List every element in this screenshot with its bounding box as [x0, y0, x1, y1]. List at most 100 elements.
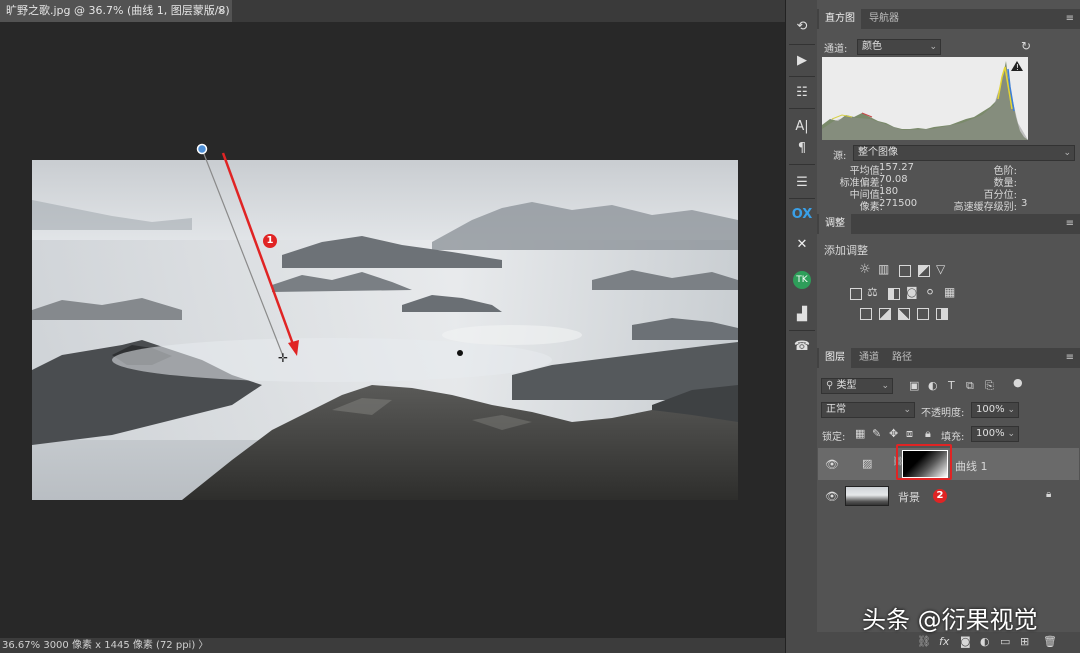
layers-footer: ⛓ fx ◙ ◐ ▭ ⊞ 🗑︎: [817, 632, 1080, 653]
stat-cache-label: 高速缓存级别:: [953, 202, 1017, 213]
stat-mean-value: 157.27: [879, 162, 914, 173]
tab-adjustments[interactable]: 调整: [819, 214, 851, 234]
stat-cache-value: 3: [1021, 198, 1028, 209]
channel-mixer-icon[interactable]: ⚪: [925, 285, 935, 299]
plugin-cross-icon[interactable]: ✕: [790, 234, 814, 256]
annotation-badge-1: 1: [263, 234, 277, 248]
document-info: 3000 像素 x 1445 像素 (72 ppi): [43, 640, 196, 651]
tab-navigator[interactable]: 导航器: [863, 9, 905, 29]
levels-icon[interactable]: ▥: [878, 262, 889, 276]
close-icon[interactable]: ×: [217, 0, 226, 22]
new-layer-icon[interactable]: ⊞: [1020, 635, 1029, 648]
curves-adjustment-icon: ▨: [862, 457, 873, 470]
vibrance-icon[interactable]: ▽: [936, 262, 945, 276]
adjust-sliders-icon[interactable]: ☰: [790, 172, 814, 194]
opacity-value: 100%: [976, 404, 1005, 415]
right-panels: 直方图 导航器 ≡ 通道: 颜色 ⌄ ↻ ! 源: 整个图像 ⌄ 平均值: 157.…: [817, 0, 1080, 653]
panel-menu-icon[interactable]: ≡: [1066, 9, 1074, 29]
opacity-input[interactable]: 100% ⌄: [971, 402, 1019, 418]
zoom-level[interactable]: 36.67%: [2, 640, 40, 651]
tab-layers[interactable]: 图层: [819, 348, 851, 368]
gradient-start-handle[interactable]: [196, 143, 208, 155]
invert-icon[interactable]: [860, 308, 872, 320]
curves-icon[interactable]: [899, 265, 911, 277]
layer-filter-value: 类型: [836, 380, 857, 391]
hue-saturation-icon[interactable]: [850, 288, 862, 300]
tab-histogram[interactable]: 直方图: [819, 9, 861, 29]
add-adjustment-label: 添加调整: [824, 244, 868, 257]
histogram-graph: !: [822, 57, 1028, 140]
document-tab-title: 旷野之歌.jpg @ 36.7% (曲线 1, 图层蒙版/8) *: [6, 4, 239, 17]
plugin-brush-icon[interactable]: ▟: [790, 304, 814, 326]
visibility-eye-icon[interactable]: 👁︎: [825, 490, 839, 503]
refresh-icon[interactable]: ↻: [1021, 39, 1031, 53]
new-adjustment-icon[interactable]: ◐: [980, 635, 990, 648]
brightness-icon[interactable]: ☼: [859, 262, 871, 277]
layer-row-background[interactable]: 👁︎ 背景 🔒︎: [818, 480, 1079, 512]
filter-smart-object-icon[interactable]: ⎘: [985, 379, 994, 393]
filter-pixel-icon[interactable]: ▣: [909, 379, 919, 392]
document-tab[interactable]: 旷野之歌.jpg @ 36.7% (曲线 1, 图层蒙版/8) * ×: [0, 0, 239, 22]
exposure-icon[interactable]: [918, 265, 930, 277]
layer-filter-select[interactable]: ⚲ 类型 ⌄: [821, 378, 893, 394]
color-lookup-icon[interactable]: ▦: [944, 285, 955, 299]
gradient-overlay: ✛: [196, 143, 299, 365]
link-layers-icon[interactable]: ⛓: [917, 635, 931, 648]
search-icon: ⚲: [826, 380, 834, 391]
plugin-tk-icon[interactable]: TK: [790, 268, 814, 290]
lock-artboard-icon[interactable]: ⧈: [906, 427, 913, 441]
stat-pixels-value: 271500: [879, 198, 918, 209]
gradient-map-icon[interactable]: [936, 308, 948, 320]
black-white-icon[interactable]: [888, 288, 900, 300]
photo-filter-icon[interactable]: ◙: [906, 285, 918, 299]
opacity-label: 不透明度:: [921, 408, 965, 419]
play-action-icon[interactable]: ▶: [790, 50, 814, 72]
fx-icon[interactable]: fx: [939, 635, 949, 648]
source-select[interactable]: 整个图像 ⌄: [853, 145, 1075, 161]
threshold-icon[interactable]: [898, 308, 910, 320]
tab-strip: [232, 0, 785, 22]
stat-stddev-value: 70.08: [879, 174, 908, 185]
color-balance-icon[interactable]: ⚖: [867, 285, 878, 299]
filter-type-icon[interactable]: T: [948, 379, 955, 392]
watermark: 头条 @衍果视觉: [862, 606, 1038, 634]
lock-position-icon[interactable]: ✥: [889, 427, 898, 440]
character-icon[interactable]: A|: [790, 116, 814, 138]
panel-menu-icon[interactable]: ≡: [1066, 214, 1074, 234]
svg-text:!: !: [1016, 63, 1019, 72]
properties-icon[interactable]: ☷: [790, 82, 814, 104]
lock-transparent-icon[interactable]: ▦: [855, 427, 865, 440]
fill-input[interactable]: 100% ⌄: [971, 426, 1019, 442]
visibility-eye-icon[interactable]: 👁︎: [825, 458, 839, 471]
crosshair-cursor-icon: ✛: [278, 351, 288, 365]
status-arrow-icon[interactable]: 〉: [198, 640, 208, 651]
filter-toggle-icon[interactable]: ●: [1013, 376, 1023, 389]
blend-mode-select[interactable]: 正常 ⌄: [821, 402, 915, 418]
stat-pixels-label: 像素:: [859, 202, 883, 213]
add-mask-icon[interactable]: ◙: [960, 635, 971, 648]
stat-median-value: 180: [879, 186, 899, 197]
lock-icon: 🔒︎: [1046, 489, 1052, 500]
status-bar: 36.67% 3000 像素 x 1445 像素 (72 ppi) 〉: [0, 638, 785, 653]
posterize-icon[interactable]: [879, 308, 891, 320]
selective-color-icon[interactable]: [917, 308, 929, 320]
layer-name[interactable]: 曲线 1: [955, 458, 988, 474]
layer-name[interactable]: 背景: [898, 489, 920, 505]
filter-adjustment-icon[interactable]: ◐: [928, 379, 938, 392]
lock-image-icon[interactable]: ✎: [872, 427, 881, 440]
new-group-icon[interactable]: ▭: [1000, 635, 1010, 648]
channel-select[interactable]: 颜色 ⌄: [857, 39, 941, 55]
layer-row-curves[interactable]: 👁︎ ▨ ⛓ 曲线 1: [818, 444, 1079, 480]
delete-layer-icon[interactable]: 🗑︎: [1043, 635, 1057, 648]
plugin-stamp-icon[interactable]: ☎: [790, 336, 814, 358]
annotation-badge-2: 2: [933, 489, 947, 503]
filter-shape-icon[interactable]: ⧉: [966, 379, 974, 393]
tab-paths[interactable]: 路径: [886, 348, 918, 368]
mask-highlight-box: [896, 444, 952, 480]
paragraph-icon[interactable]: ¶: [790, 138, 814, 160]
plugin-ox-icon[interactable]: OX: [790, 204, 814, 226]
history-icon[interactable]: ⟲: [790, 16, 814, 38]
tab-channels[interactable]: 通道: [853, 348, 885, 368]
panel-menu-icon[interactable]: ≡: [1066, 348, 1074, 368]
lock-all-icon[interactable]: 🔒︎: [925, 427, 931, 441]
